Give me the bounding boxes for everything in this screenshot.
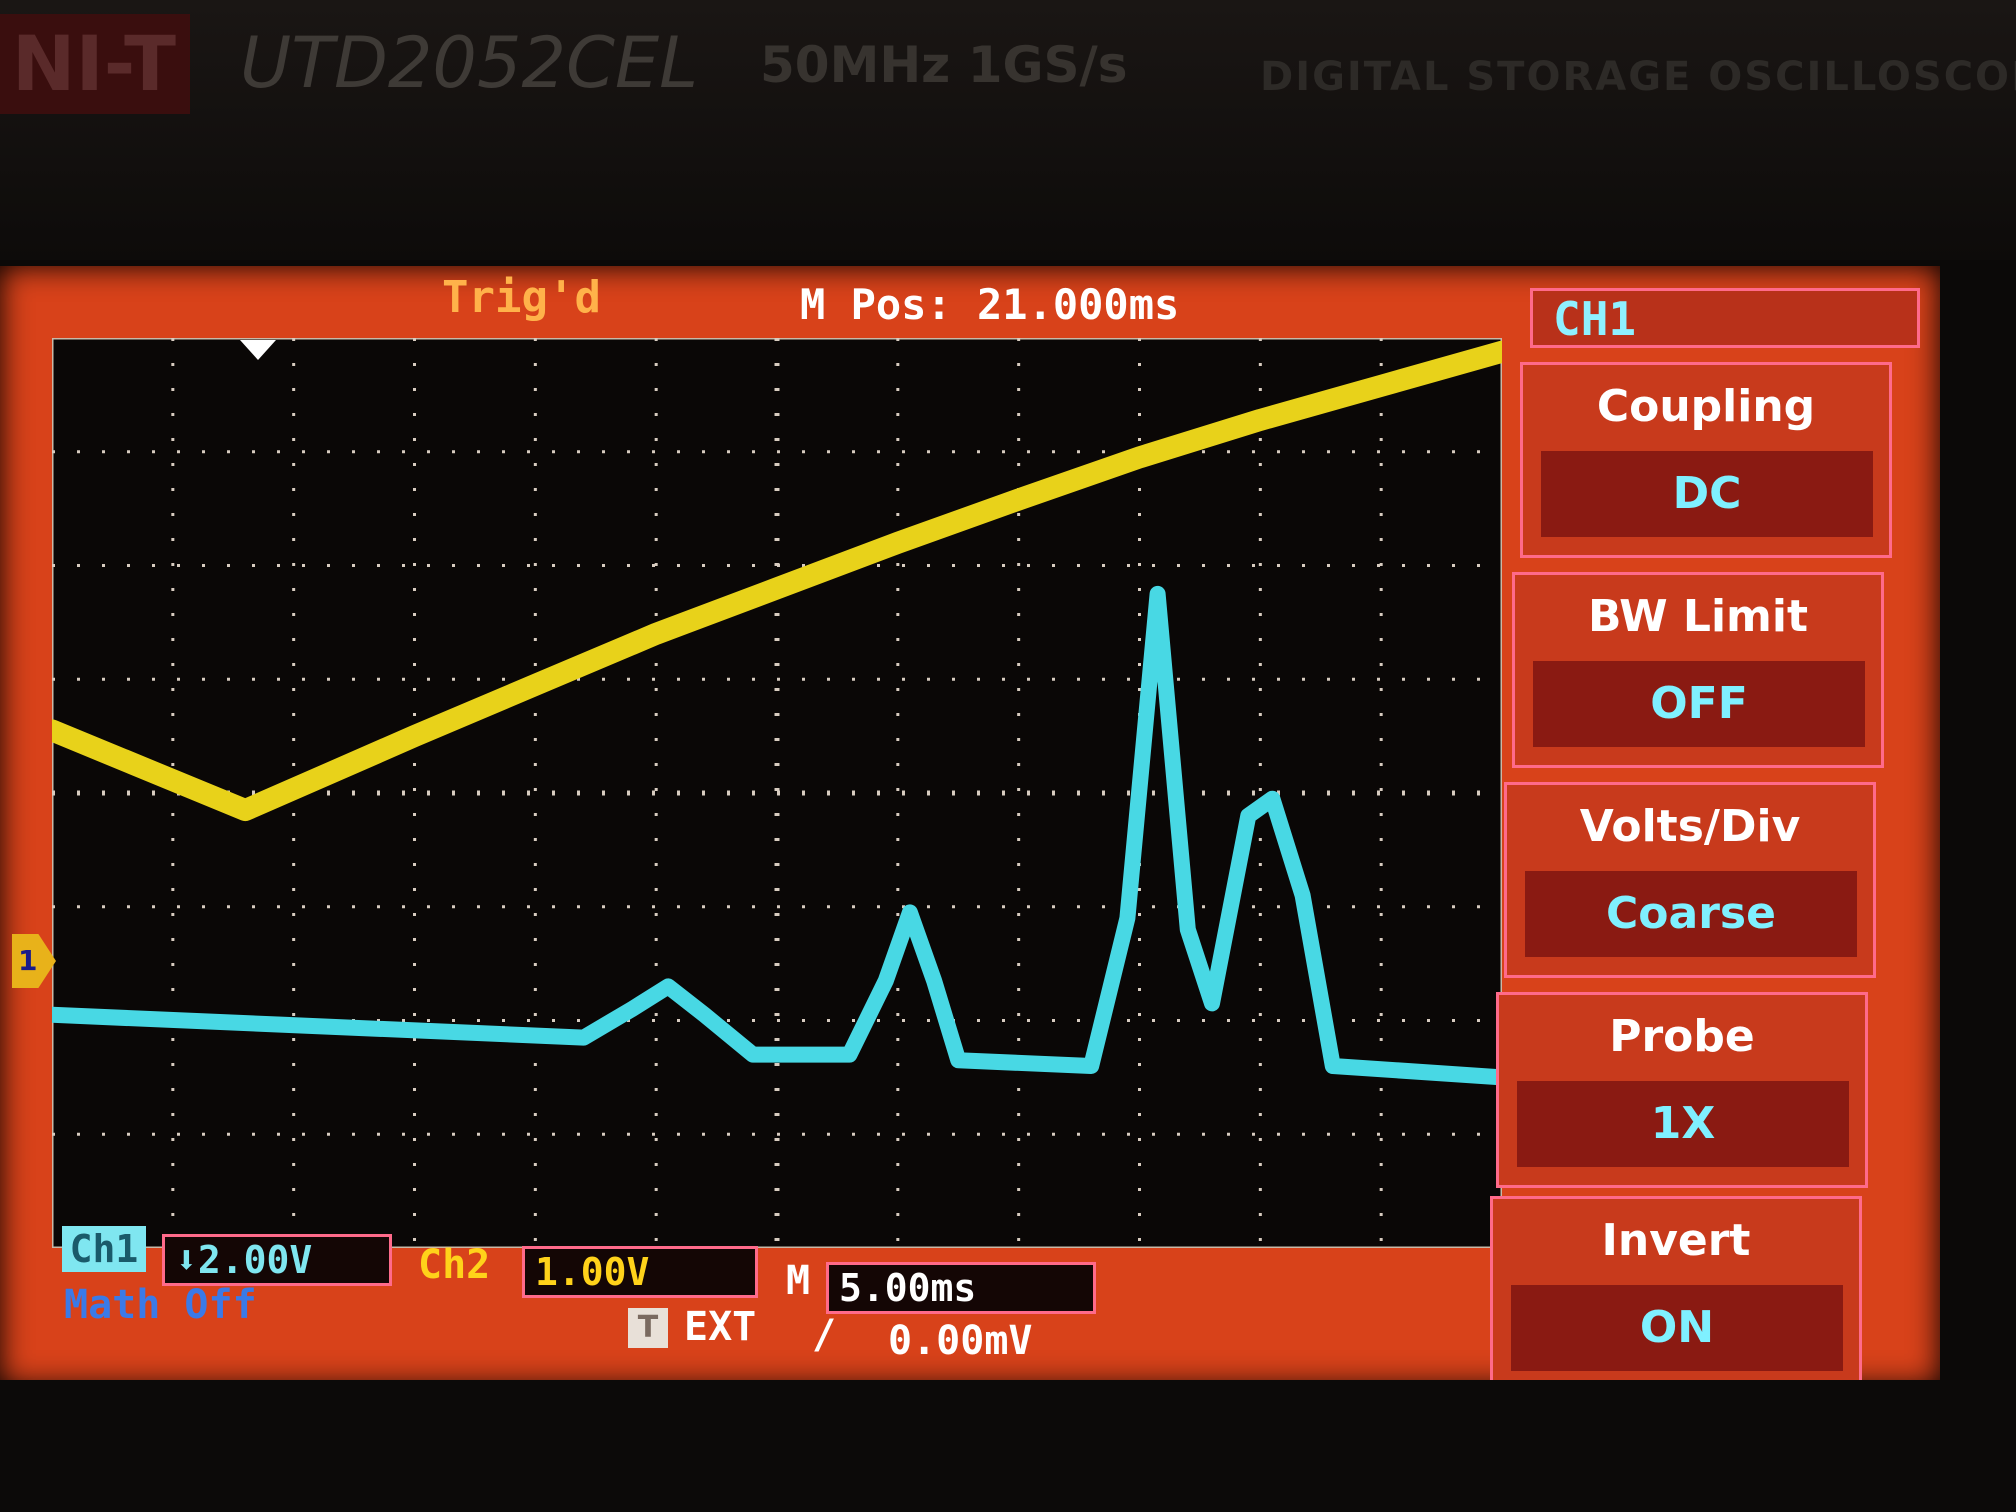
m-pos-readout: M Pos: 21.000ms xyxy=(800,280,1180,329)
menu-value: ON xyxy=(1511,1285,1843,1371)
oscilloscope-bezel: NI-T UTD2052CEL 50MHz 1GS/s DIGITAL STOR… xyxy=(0,0,2016,260)
device-type-text: DIGITAL STORAGE OSCILLOSCOPE xyxy=(1260,54,2016,100)
timebase-label: M xyxy=(786,1258,811,1304)
menu-value: DC xyxy=(1541,451,1873,537)
menu-invert[interactable]: Invert ON xyxy=(1490,1196,1862,1392)
menu-coupling[interactable]: Coupling DC xyxy=(1520,362,1892,558)
menu-value: OFF xyxy=(1533,661,1865,747)
ch1-scale: ⬇2.00V xyxy=(162,1234,392,1286)
trigger-source: EXT xyxy=(684,1304,757,1350)
model-name: UTD2052CEL xyxy=(240,22,699,104)
menu-label: Probe xyxy=(1609,1011,1755,1062)
ch1-label: Ch1 xyxy=(62,1226,146,1272)
trigger-status: Trig'd xyxy=(442,272,601,323)
timebase-value: 5.00ms xyxy=(826,1262,1096,1314)
menu-volts-div[interactable]: Volts/Div Coarse xyxy=(1504,782,1876,978)
trigger-position-marker xyxy=(240,340,276,360)
trigger-slope-icon: / xyxy=(812,1312,837,1358)
brand-logo: NI-T xyxy=(0,14,190,114)
menu-value: 1X xyxy=(1517,1081,1849,1167)
menu-label: Coupling xyxy=(1596,381,1816,432)
trigger-icon: T xyxy=(628,1308,668,1348)
menu-label: Volts/Div xyxy=(1579,801,1801,852)
menu-value: Coarse xyxy=(1525,871,1857,957)
math-status: Math Off xyxy=(64,1282,257,1328)
trigger-level: 0.00mV xyxy=(888,1318,1033,1364)
bezel-bottom xyxy=(0,1380,2016,1512)
ch2-label: Ch2 xyxy=(418,1242,491,1288)
waveform-display xyxy=(52,338,1502,1248)
spec-text: 50MHz 1GS/s xyxy=(760,36,1128,94)
ch1-scale-value: 2.00V xyxy=(197,1238,313,1282)
menu-label: BW Limit xyxy=(1587,591,1809,642)
menu-bw-limit[interactable]: BW Limit OFF xyxy=(1512,572,1884,768)
menu-title: CH1 xyxy=(1530,288,1920,348)
menu-label: Invert xyxy=(1601,1215,1751,1266)
menu-probe[interactable]: Probe 1X xyxy=(1496,992,1868,1188)
ch2-scale: 1.00V xyxy=(522,1246,758,1298)
